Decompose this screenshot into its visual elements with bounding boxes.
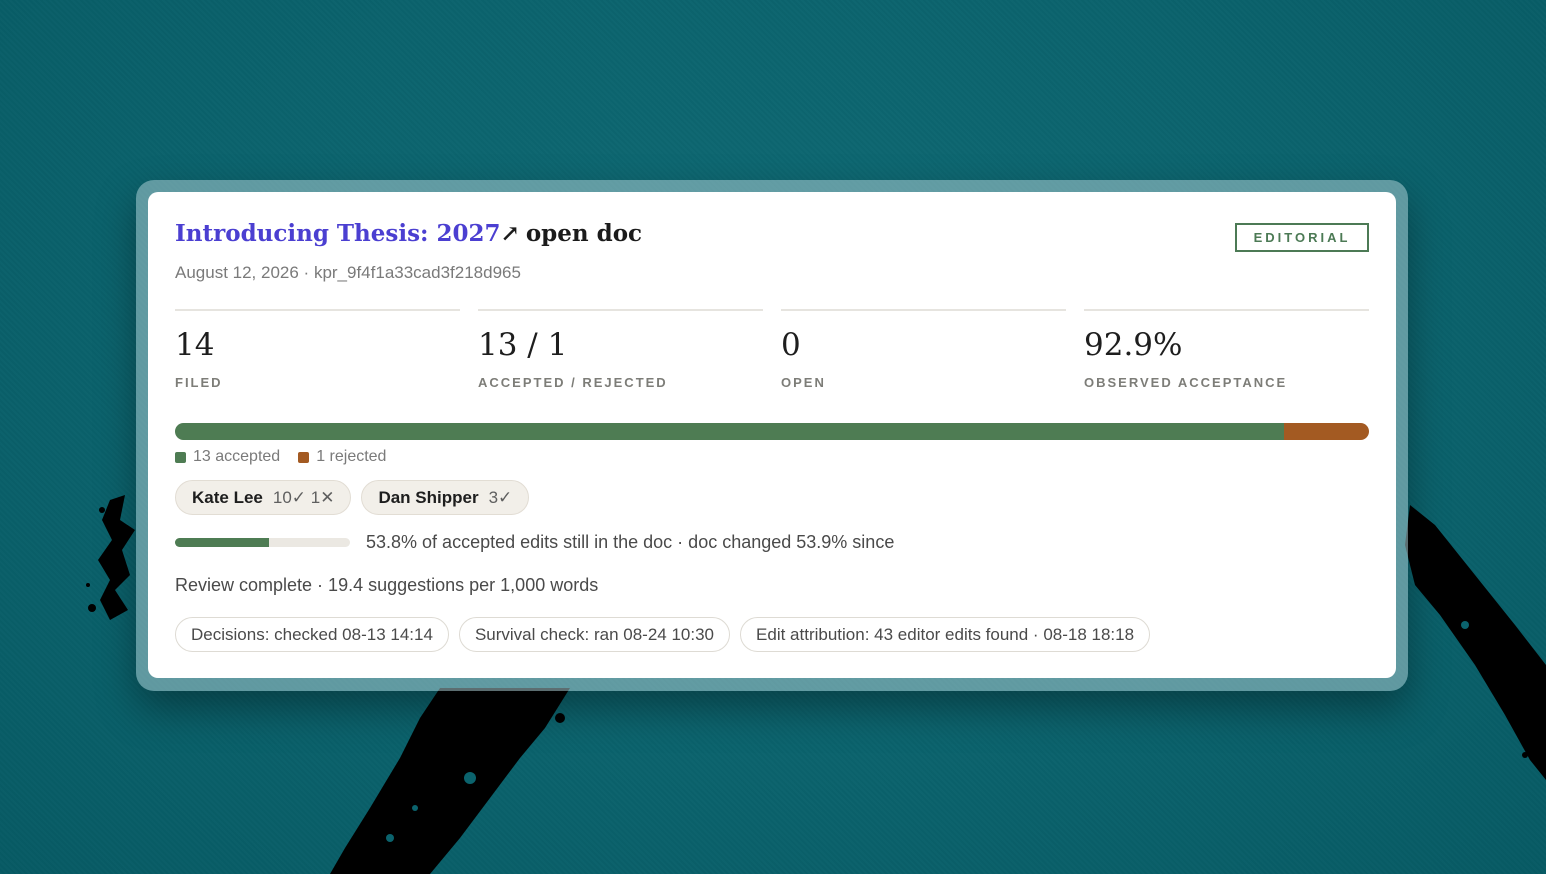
doc-meta: August 12, 2026 · kpr_9f4f1a33cad3f218d9… (175, 263, 521, 283)
doc-title-row: Introducing Thesis: 2027↗ open doc (175, 220, 642, 247)
doc-date: August 12, 2026 (175, 263, 299, 282)
editor-chip-dan-shipper[interactable]: Dan Shipper 3✓ (361, 480, 530, 515)
stat-accepted-rejected-label: ACCEPTED / REJECTED (478, 375, 668, 390)
review-status: Review complete · 19.4 suggestions per 1… (175, 575, 599, 595)
rejected-swatch-icon (298, 451, 310, 463)
check-chips: Decisions: checked 08-13 14:14 Survival … (175, 617, 1151, 652)
editor-stats: 10✓ 1✕ (272, 487, 335, 507)
category-badge: EDITORIAL (1235, 223, 1369, 252)
review-card: Introducing Thesis: 2027↗ open doc August… (148, 192, 1396, 678)
meta-separator: · (298, 263, 314, 282)
doc-id: kpr_9f4f1a33cad3f218d965 (313, 263, 521, 282)
stat-filed-value: 14 (175, 327, 215, 363)
stat-open: 0 OPEN (781, 309, 1066, 390)
stat-open-label: OPEN (781, 375, 826, 390)
legend-accepted: 13 accepted (175, 448, 280, 466)
decision-legend: 13 accepted 1 rejected (175, 448, 386, 466)
editor-chips: Kate Lee 10✓ 1✕ Dan Shipper 3✓ (175, 480, 530, 515)
survival-check-chip[interactable]: Survival check: ran 08-24 10:30 (458, 617, 731, 652)
stat-acceptance-label: OBSERVED ACCEPTANCE (1084, 375, 1288, 390)
stat-accepted-rejected: 13 / 1 ACCEPTED / REJECTED (478, 309, 763, 390)
editor-stats: 3✓ (488, 487, 513, 507)
survival-progress-bar (175, 538, 350, 547)
doc-title-link[interactable]: Introducing Thesis: 2027 (175, 220, 501, 247)
stat-acceptance: 92.9% OBSERVED ACCEPTANCE (1084, 309, 1369, 390)
editor-name: Kate Lee (192, 487, 263, 507)
stat-filed-label: FILED (175, 375, 223, 390)
legend-rejected-label: 1 rejected (316, 448, 387, 465)
open-doc-link[interactable]: open doc (526, 220, 642, 247)
edit-attribution-chip[interactable]: Edit attribution: 43 editor edits found … (740, 617, 1151, 652)
accepted-swatch-icon (175, 451, 186, 463)
decision-bar-accepted (175, 423, 1284, 440)
survival-row: 53.8% of accepted edits still in the doc… (175, 532, 894, 553)
decision-bar-rejected (1283, 423, 1369, 440)
decision-bar (175, 423, 1369, 440)
decisions-check-chip[interactable]: Decisions: checked 08-13 14:14 (175, 617, 449, 652)
stat-acceptance-value: 92.9% (1084, 327, 1183, 363)
legend-rejected: 1 rejected (298, 448, 386, 466)
stat-filed: 14 FILED (175, 309, 460, 390)
editor-name: Dan Shipper (378, 487, 479, 507)
legend-accepted-label: 13 accepted (193, 448, 281, 465)
stat-open-value: 0 (781, 327, 801, 363)
survival-progress-fill (175, 538, 270, 547)
editor-chip-kate-lee[interactable]: Kate Lee 10✓ 1✕ (175, 480, 352, 515)
survival-text: 53.8% of accepted edits still in the doc… (366, 532, 895, 552)
stat-accepted-rejected-value: 13 / 1 (478, 327, 568, 363)
external-link-arrow-icon[interactable]: ↗ (501, 220, 520, 247)
